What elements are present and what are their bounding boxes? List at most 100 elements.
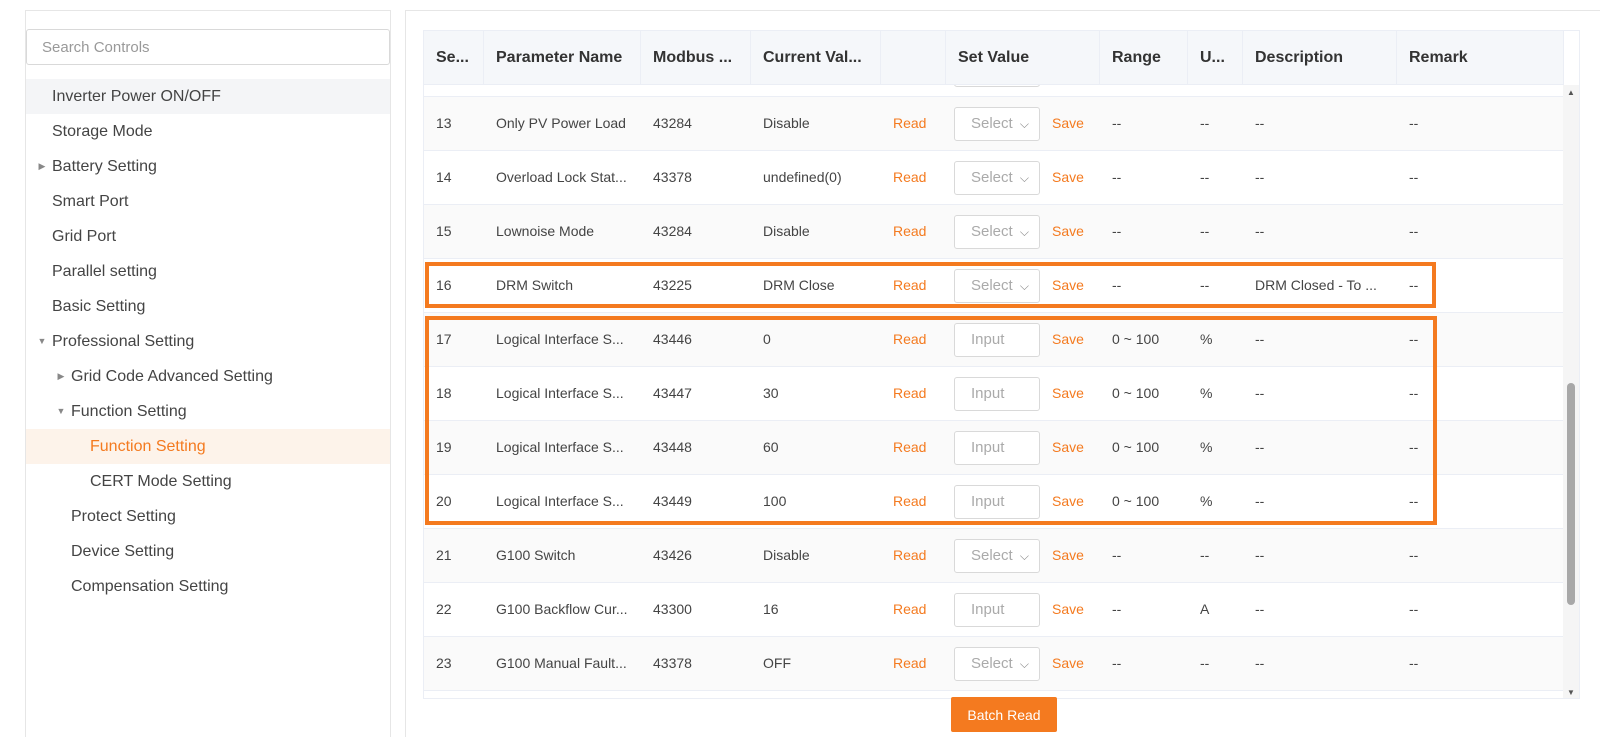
- cell-range: --: [1112, 655, 1122, 671]
- caret-down-icon[interactable]: ▼: [55, 394, 67, 429]
- read-link[interactable]: Read: [881, 637, 946, 690]
- tree-item[interactable]: ▼ Professional Setting: [26, 324, 390, 359]
- table-row[interactable]: 14 Overload Lock Stat... 43378 undefined(0)…: [424, 151, 1564, 205]
- save-link[interactable]: Save: [1052, 583, 1084, 636]
- tree-item[interactable]: Grid Port: [26, 219, 390, 254]
- table-row[interactable]: 16 DRM Switch 43225 DRM Close Read Select ⌵ Sav…: [424, 259, 1564, 313]
- column-header[interactable]: Set Value: [946, 31, 1100, 85]
- column-header[interactable]: Se...: [424, 31, 484, 85]
- read-link[interactable]: Read: [881, 583, 946, 636]
- column-header[interactable]: Remark: [1397, 31, 1564, 85]
- save-link[interactable]: Save: [1052, 151, 1084, 204]
- chevron-down-icon[interactable]: ⌵: [1020, 648, 1029, 680]
- tree-item[interactable]: Device Setting: [26, 534, 390, 569]
- save-link[interactable]: Save: [1052, 421, 1084, 474]
- column-header[interactable]: Current Val...: [751, 31, 881, 85]
- column-header[interactable]: Modbus ...: [641, 31, 751, 85]
- read-link[interactable]: Read: [881, 85, 946, 96]
- tree-item[interactable]: ▶ Grid Code Advanced Setting: [26, 359, 390, 394]
- table-row[interactable]: 13 Only PV Power Load 43284 Disable Read Sele…: [424, 97, 1564, 151]
- cell-current: Disable: [763, 547, 810, 563]
- table-row[interactable]: 18 Logical Interface S... 43447 30 Read Input…: [424, 367, 1564, 421]
- read-link[interactable]: Read: [881, 97, 946, 150]
- chevron-down-icon[interactable]: ⌵: [1020, 216, 1029, 248]
- save-link[interactable]: Save: [1052, 637, 1084, 690]
- cell-unit: --: [1200, 277, 1210, 293]
- value-input[interactable]: Input: [954, 484, 1040, 519]
- cell-seq: 19: [436, 439, 452, 455]
- save-link[interactable]: Save: [1052, 313, 1084, 366]
- tree-item[interactable]: CERT Mode Setting: [26, 464, 390, 499]
- control-placeholder: Select: [971, 114, 1013, 132]
- tree-item[interactable]: Protect Setting: [26, 499, 390, 534]
- caret-right-icon[interactable]: ▶: [36, 149, 48, 184]
- value-select[interactable]: Select ⌵: [954, 160, 1040, 195]
- tree-item[interactable]: Parallel setting: [26, 254, 390, 289]
- value-select[interactable]: Select ⌵: [954, 268, 1040, 303]
- column-header[interactable]: Description: [1243, 31, 1397, 85]
- scroll-down-arrow-icon[interactable]: ▼: [1567, 688, 1575, 697]
- read-link[interactable]: Read: [881, 259, 946, 312]
- table-body[interactable]: 12 Read ⌵ Save 13 Only PV Power Load 43284 Disa…: [424, 85, 1564, 698]
- save-link[interactable]: Save: [1052, 259, 1084, 312]
- chevron-down-icon[interactable]: ⌵: [1020, 108, 1029, 140]
- save-link[interactable]: Save: [1052, 205, 1084, 258]
- chevron-down-icon[interactable]: ⌵: [1020, 540, 1029, 572]
- read-link[interactable]: Read: [881, 367, 946, 420]
- value-input[interactable]: Input: [954, 376, 1040, 411]
- tree-item[interactable]: Basic Setting: [26, 289, 390, 324]
- table-row[interactable]: 22 G100 Backflow Cur... 43300 16 Read Input Sa…: [424, 583, 1564, 637]
- value-input[interactable]: Input: [954, 430, 1040, 465]
- chevron-down-icon[interactable]: ⌵: [1020, 85, 1029, 86]
- table-scrollbar[interactable]: ▲ ▼: [1563, 85, 1579, 698]
- column-header[interactable]: Parameter Name: [484, 31, 641, 85]
- cell-range: 0 ~ 100: [1112, 439, 1160, 455]
- read-link[interactable]: Read: [881, 151, 946, 204]
- search-controls-input[interactable]: [26, 29, 390, 65]
- value-select[interactable]: Select ⌵: [954, 106, 1040, 141]
- value-select[interactable]: Select ⌵: [954, 538, 1040, 573]
- cell-range: --: [1112, 601, 1122, 617]
- table-row[interactable]: 20 Logical Interface S... 43449 100 Read Inpu…: [424, 475, 1564, 529]
- read-link[interactable]: Read: [881, 529, 946, 582]
- save-link[interactable]: Save: [1052, 85, 1084, 96]
- table-row[interactable]: 15 Lownoise Mode 43284 Disable Read Select ⌵ Sa…: [424, 205, 1564, 259]
- chevron-down-icon[interactable]: ⌵: [1020, 162, 1029, 194]
- column-header[interactable]: Range: [1100, 31, 1188, 85]
- batch-read-button[interactable]: Batch Read: [951, 697, 1057, 732]
- tree-item[interactable]: Inverter Power ON/OFF: [26, 79, 390, 114]
- save-link[interactable]: Save: [1052, 475, 1084, 528]
- table-row[interactable]: 17 Logical Interface S... 43446 0 Read Input S…: [424, 313, 1564, 367]
- chevron-down-icon[interactable]: ⌵: [1020, 270, 1029, 302]
- value-select[interactable]: ⌵: [954, 85, 1040, 87]
- read-link[interactable]: Read: [881, 205, 946, 258]
- table-row[interactable]: 12 Read ⌵ Save: [424, 85, 1564, 97]
- tree-item[interactable]: Storage Mode: [26, 114, 390, 149]
- control-placeholder: Select: [971, 546, 1013, 564]
- value-select[interactable]: Select ⌵: [954, 646, 1040, 681]
- table-row[interactable]: 19 Logical Interface S... 43448 60 Read Input…: [424, 421, 1564, 475]
- tree-item[interactable]: Smart Port: [26, 184, 390, 219]
- tree-item[interactable]: Function Setting: [26, 429, 390, 464]
- column-header[interactable]: U...: [1188, 31, 1243, 85]
- save-link[interactable]: Save: [1052, 97, 1084, 150]
- save-link[interactable]: Save: [1052, 529, 1084, 582]
- value-input[interactable]: Input: [954, 592, 1040, 627]
- read-link[interactable]: Read: [881, 313, 946, 366]
- tree-item[interactable]: ▼ Function Setting: [26, 394, 390, 429]
- value-select[interactable]: Select ⌵: [954, 214, 1040, 249]
- table-row[interactable]: 23 G100 Manual Fault... 43378 OFF Read Select…: [424, 637, 1564, 691]
- save-link[interactable]: Save: [1052, 367, 1084, 420]
- column-header[interactable]: [881, 31, 946, 85]
- tree-item[interactable]: ▶ Battery Setting: [26, 149, 390, 184]
- value-input[interactable]: Input: [954, 322, 1040, 357]
- read-link[interactable]: Read: [881, 421, 946, 474]
- caret-right-icon[interactable]: ▶: [55, 359, 67, 394]
- caret-down-icon[interactable]: ▼: [36, 324, 48, 359]
- table-row[interactable]: 21 G100 Switch 43426 Disable Read Select ⌵ Save…: [424, 529, 1564, 583]
- scroll-up-arrow-icon[interactable]: ▲: [1567, 88, 1575, 97]
- read-link[interactable]: Read: [881, 475, 946, 528]
- scrollbar-thumb[interactable]: [1567, 383, 1575, 605]
- tree-item[interactable]: Compensation Setting: [26, 569, 390, 604]
- cell-name: [484, 85, 641, 96]
